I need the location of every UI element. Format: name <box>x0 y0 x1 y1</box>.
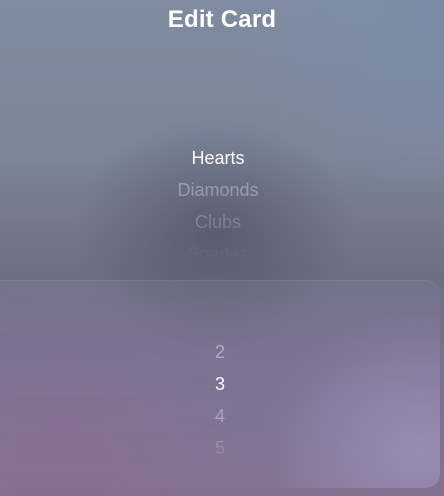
suit-option-selected[interactable]: Hearts <box>100 142 336 174</box>
suit-option[interactable]: Diamonds <box>100 174 336 206</box>
rank-option-selected[interactable]: 3 <box>150 368 290 400</box>
rank-option[interactable]: 6 <box>150 464 290 488</box>
edit-card-screen: Edit Card Hearts Diamonds Clubs Spades 2… <box>0 0 444 496</box>
suit-option[interactable]: Spades <box>100 238 336 270</box>
rank-option[interactable]: 2 <box>150 336 290 368</box>
rank-option[interactable]: 4 <box>150 400 290 432</box>
page-title: Edit Card <box>167 6 277 33</box>
rank-option[interactable]: 5 <box>150 432 290 464</box>
suit-option[interactable]: Clubs <box>100 206 336 238</box>
suit-picker[interactable]: Hearts Diamonds Clubs Spades <box>100 140 336 270</box>
rank-picker[interactable]: 2 3 4 5 6 <box>150 334 290 488</box>
